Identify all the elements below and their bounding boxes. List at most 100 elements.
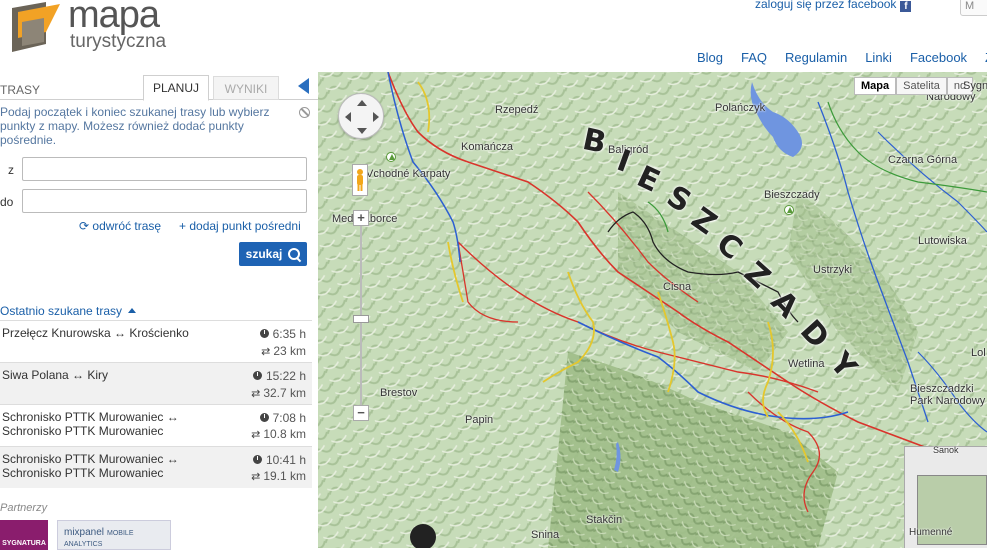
- place-papin: Papin: [465, 414, 494, 426]
- recent-route-item[interactable]: Siwa Polana ↔ Kiry 15:22 h ⇄ 32.7 km: [0, 362, 312, 404]
- recent-route-time: 6:35 h: [259, 327, 306, 341]
- distance-icon: ⇄: [251, 388, 261, 400]
- place-snina: Snina: [531, 529, 560, 541]
- caret-up-icon: [128, 308, 137, 313]
- nav-linki[interactable]: Linki: [865, 50, 892, 65]
- place-ustrzyki: Ustrzyki: [813, 264, 853, 276]
- tab-planuj[interactable]: PLANUJ: [143, 75, 209, 101]
- place-cisna: Cisna: [663, 281, 692, 293]
- add-waypoint-label: dodaj punkt pośredni: [189, 219, 301, 233]
- nav-regulamin[interactable]: Regulamin: [785, 50, 847, 65]
- sygnatura-label: Sygna: [963, 80, 987, 92]
- recent-route-distance: ⇄ 32.7 km: [251, 386, 306, 400]
- distance-value: 32.7 km: [263, 386, 306, 400]
- zoom-in-button[interactable]: +: [353, 210, 369, 226]
- plus-icon: +: [179, 219, 187, 233]
- map-canvas[interactable]: Rzepedź Komańcza Vchodné Karpaty Medzila…: [318, 72, 987, 548]
- partner-logo-sygnatura[interactable]: SYGNATURA: [0, 520, 48, 550]
- time-value: 15:22 h: [265, 369, 306, 383]
- partners-label: Partnerzy: [0, 502, 48, 514]
- from-label: z: [8, 163, 14, 177]
- time-value: 6:35 h: [272, 327, 306, 341]
- distance-icon: ⇄: [261, 346, 271, 358]
- from-input[interactable]: [22, 157, 307, 181]
- logo-mark-icon: [12, 2, 60, 52]
- place-bieszczady: Bieszczady: [764, 189, 820, 201]
- map-type-control: Mapa Satelita nd: [854, 77, 974, 95]
- place-czarna-gorna: Czarna Górna: [888, 154, 958, 166]
- tab-trasy[interactable]: TRASY: [0, 78, 60, 104]
- pan-control[interactable]: [338, 93, 384, 139]
- facebook-login-link[interactable]: zaloguj się przez facebook f: [755, 0, 912, 12]
- recent-routes-header[interactable]: Ostatnio szukane trasy: [0, 304, 137, 318]
- recent-route-item[interactable]: Przełęcz Knurowska ↔ Krościenko 6:35 h ⇄…: [0, 320, 312, 362]
- map-type-satelita[interactable]: Satelita: [896, 77, 947, 95]
- distance-value: 19.1 km: [263, 469, 306, 483]
- poi-icon[interactable]: [386, 152, 396, 162]
- recent-routes-list: Przełęcz Knurowska ↔ Krościenko 6:35 h ⇄…: [0, 320, 312, 488]
- distance-value: 10.8 km: [263, 427, 306, 441]
- distance-icon: ⇄: [251, 471, 261, 483]
- nav-facebook[interactable]: Facebook: [910, 50, 967, 65]
- place-rzepedz: Rzepedź: [495, 104, 539, 116]
- nav-blog[interactable]: Blog: [697, 50, 723, 65]
- overview-place: Sanok: [933, 445, 959, 455]
- place-brestov: Brestov: [380, 387, 418, 399]
- clock-icon: [259, 329, 269, 338]
- add-waypoint-link[interactable]: + dodaj punkt pośredni: [179, 219, 301, 233]
- zoom-out-button[interactable]: −: [353, 405, 369, 421]
- logo-text-turystyczna: turystyczna: [70, 31, 167, 52]
- recent-route-item[interactable]: Schronisko PTTK Murowaniec ↔ Schronisko …: [0, 446, 312, 488]
- place-lol: Lol: [971, 347, 986, 359]
- recent-route-name: Schronisko PTTK Murowaniec ↔ Schronisko …: [2, 452, 179, 480]
- header: mapa turystyczna zaloguj się przez faceb…: [0, 0, 987, 72]
- refresh-icon: ⟳: [79, 219, 90, 233]
- to-label: do: [0, 195, 14, 209]
- recent-route-time: 10:41 h: [252, 453, 306, 467]
- tabs: TRASY PLANUJ WYNIKI: [0, 72, 318, 101]
- place-lutowiska: Lutowiska: [918, 235, 967, 247]
- logo[interactable]: mapa turystyczna: [10, 0, 190, 60]
- recent-route-name: Schronisko PTTK Murowaniec ↔ Schronisko …: [2, 410, 179, 438]
- search-button-label: szukaj: [245, 247, 283, 261]
- partner-logo-mixpanel[interactable]: mixpanel MOBILE ANALYTICS: [57, 520, 171, 550]
- reverse-route-label: odwróć trasę: [92, 219, 162, 233]
- tab-wyniki[interactable]: WYNIKI: [213, 76, 279, 100]
- facebook-icon: f: [900, 1, 912, 12]
- pegman-icon: [357, 169, 363, 191]
- street-view-pegman[interactable]: [352, 164, 368, 196]
- user-menu[interactable]: M: [960, 0, 987, 16]
- recent-route-distance: ⇄ 10.8 km: [251, 427, 306, 441]
- place-vchodne-karpaty: Vchodné Karpaty: [366, 168, 451, 180]
- time-value: 10:41 h: [265, 453, 306, 467]
- recent-route-name: Siwa Polana ↔ Kiry: [2, 368, 109, 382]
- facebook-login-label: zaloguj się przez facebook: [755, 0, 897, 11]
- poi-icon[interactable]: [784, 205, 794, 215]
- distance-icon: ⇄: [251, 429, 261, 441]
- distance-value: 23 km: [273, 344, 306, 358]
- clock-icon: [252, 371, 262, 380]
- recent-route-distance: ⇄ 19.1 km: [251, 469, 306, 483]
- recent-route-time: 15:22 h: [252, 369, 306, 383]
- route-planner-panel: TRASY PLANUJ WYNIKI Podaj początek i kon…: [0, 72, 318, 550]
- search-button[interactable]: szukaj: [239, 242, 307, 266]
- clear-icon[interactable]: [299, 107, 310, 118]
- reverse-route-link[interactable]: ⟳ odwróć trasę: [79, 219, 161, 233]
- overview-map[interactable]: Sanok Humenné: [904, 445, 987, 548]
- zoom-slider-handle[interactable]: [353, 315, 369, 323]
- recent-route-distance: ⇄ 23 km: [261, 344, 306, 358]
- place-wetlina: Wetlina: [788, 358, 825, 370]
- recent-route-time: 7:08 h: [259, 411, 306, 425]
- nav-faq[interactable]: FAQ: [741, 50, 767, 65]
- recent-route-name: Przełęcz Knurowska ↔ Krościenko: [2, 326, 189, 340]
- to-input[interactable]: [22, 189, 307, 213]
- map-type-mapa[interactable]: Mapa: [854, 77, 897, 95]
- place-komancza: Komańcza: [461, 141, 513, 153]
- collapse-panel-icon[interactable]: [298, 78, 309, 94]
- help-text: Podaj początek i koniec szukanej trasy l…: [0, 105, 270, 147]
- clock-icon: [252, 455, 262, 464]
- place-polanczyk: Polańczyk: [715, 102, 766, 114]
- top-nav: Blog FAQ Regulamin Linki Facebook Z: [697, 50, 987, 65]
- recent-route-item[interactable]: Schronisko PTTK Murowaniec ↔ Schronisko …: [0, 404, 312, 446]
- place-bieszczadzki-park: Bieszczadzki Park Narodowy: [910, 383, 986, 407]
